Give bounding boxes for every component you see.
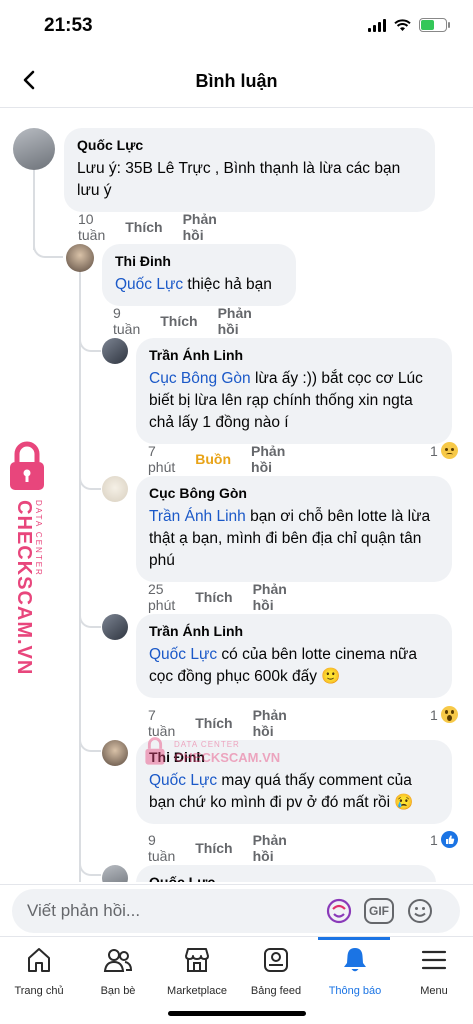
marketplace-icon [185,948,209,972]
avatar[interactable] [102,740,128,766]
header: Bình luận [0,52,473,108]
reaction-count: 1 [430,831,438,848]
mention-link[interactable]: Quốc Lực [115,276,183,293]
comment-author[interactable]: Quốc Lực [77,137,422,153]
tab-label: Thông báo [328,985,382,997]
tab-label: Menu [420,985,448,997]
wifi-icon [394,18,411,31]
avatar[interactable] [13,128,55,170]
tab-notifications[interactable]: Thông báo [316,945,394,999]
watermark-brand: CHECKSCAM.VN [174,750,281,765]
page-title: Bình luận [195,71,278,91]
watermark-brand: CHECKSCAM.VN [13,500,35,676]
comment-bubble: Thi Đinh Quốc Lực thiệc hả bạn [102,244,296,306]
reply-button[interactable]: Phản hồi [253,581,287,613]
comment-bubble: Cục Bông Gòn Trần Ánh Linh bạn ơi chỗ bê… [136,476,452,582]
status-time: 21:53 [44,15,93,36]
comment-bubble: Quốc Lực [136,865,436,882]
comment-author[interactable]: Cục Bông Gòn [149,485,439,501]
reply-composer: Viết phản hồi... GIF [0,884,473,936]
tab-label: Marketplace [167,985,227,997]
like-button[interactable]: Thích [195,840,232,856]
like-button[interactable]: Thích [160,313,197,329]
reply-input[interactable]: Viết phản hồi... GIF [12,889,460,933]
menu-icon [421,950,447,970]
comment-author[interactable]: Trần Ánh Linh [149,623,439,639]
reply-button[interactable]: Phản hồi [253,832,287,864]
mention-link[interactable]: Trần Ánh Linh [149,508,246,525]
tab-home[interactable]: Trang chủ [0,945,78,999]
wow-emoji-icon [440,706,458,723]
tab-marketplace[interactable]: Marketplace [158,945,236,999]
checkscam-watermark: CHECKSCAM.VN DATA CENTER [4,440,50,675]
watermark-sub: DATA CENTER [174,740,240,749]
comment-time: 7 phút [148,443,176,475]
gif-icon[interactable]: GIF [364,898,394,924]
status-bar: 21:53 [0,0,473,52]
like-button[interactable]: Thích [125,219,162,235]
reaction-summary[interactable]: 1 [430,831,458,848]
comment-text: Lưu ý: 35B Lê Trực , Bình thạnh là lừa c… [77,160,401,199]
bell-icon [344,948,366,972]
avatar[interactable] [102,338,128,364]
signal-icon [368,18,386,32]
reply-placeholder: Viết phản hồi... [27,901,141,920]
watermark-sub: DATA CENTER [34,500,43,577]
comment-time: 25 phút [148,581,176,613]
feed-icon [264,948,288,972]
comment-time: 9 tuần [113,305,141,337]
reaction-count: 1 [430,706,438,723]
lock-logo-icon [145,737,165,765]
mention-link[interactable]: Cục Bông Gòn [149,370,251,387]
mention-link[interactable]: Quốc Lực [149,646,217,663]
friends-icon [103,949,133,972]
comment-author[interactable]: Quốc Lực [149,874,423,882]
bottom-tab-bar: Trang chủ Bạn bè Marketplace Bảng feed T… [0,936,473,1024]
avatar[interactable] [102,476,128,502]
comment-text: thiệc hả bạn [187,276,272,293]
comment-author[interactable]: Trần Ánh Linh [149,347,439,363]
comment-time: 9 tuần [148,832,176,864]
mention-link[interactable]: Quốc Lực [149,772,217,789]
reply-button[interactable]: Phản hồi [183,211,217,243]
like-emoji-icon [440,831,458,848]
reaction-summary[interactable]: 1 [430,706,458,723]
tab-menu[interactable]: Menu [395,945,473,999]
comment-bubble: Trần Ánh Linh Quốc Lực có của bên lotte … [136,614,452,698]
tab-friends[interactable]: Bạn bè [79,945,157,999]
tab-feed[interactable]: Bảng feed [237,945,315,999]
tab-label: Bạn bè [100,985,136,997]
comment-author[interactable]: Thi Đinh [115,253,283,269]
reaction-summary[interactable]: 1 [430,442,458,459]
avatar[interactable] [102,614,128,640]
active-tab-indicator [318,937,390,940]
sad-emoji-icon [440,442,458,459]
avatar[interactable] [102,865,128,882]
tab-label: Bảng feed [250,985,302,997]
checkscam-watermark-center: DATA CENTER CHECKSCAM.VN [142,734,302,774]
home-indicator[interactable] [168,1011,306,1016]
lock-logo-icon [10,441,44,490]
home-icon [28,948,50,972]
reply-button[interactable]: Phản hồi [251,443,285,475]
comment-bubble: Quốc Lực Lưu ý: 35B Lê Trực , Bình thạnh… [64,128,435,212]
gif-label: GIF [369,904,389,918]
reaction-count: 1 [430,442,438,459]
like-button[interactable]: Thích [195,589,232,605]
comment-bubble: Trần Ánh Linh Cục Bông Gòn lừa ấy :)) bắ… [136,338,452,444]
battery-icon [419,18,450,32]
comment-time: 10 tuần [78,211,106,243]
emoji-icon[interactable] [406,897,434,925]
like-button[interactable]: Thích [195,715,232,731]
avatar[interactable] [66,244,94,272]
avatar-sticker-icon[interactable] [325,897,353,925]
reply-button[interactable]: Phản hồi [218,305,252,337]
tab-label: Trang chủ [14,985,64,997]
sad-reaction-button[interactable]: Buồn [195,451,231,467]
